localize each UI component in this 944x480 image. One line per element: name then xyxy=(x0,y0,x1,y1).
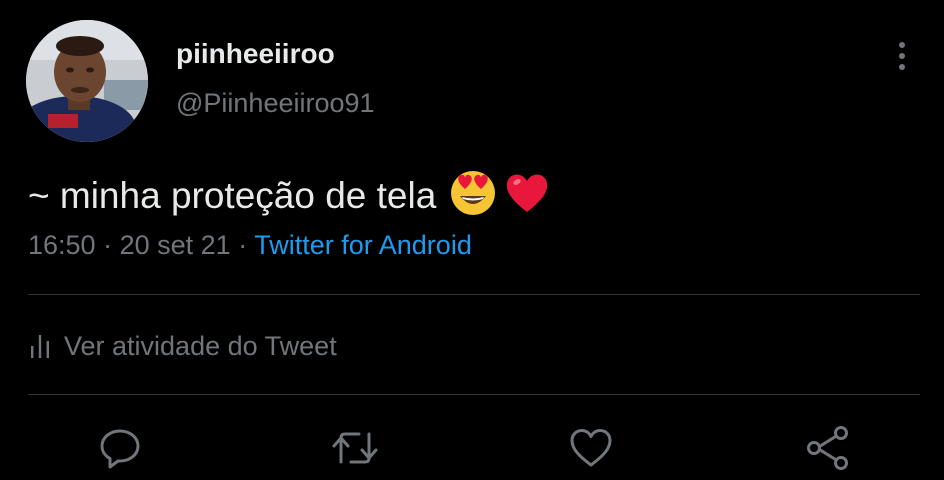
bar-chart-icon xyxy=(31,335,49,358)
avatar[interactable] xyxy=(26,20,148,142)
tweet-time: 16:50 xyxy=(28,230,96,260)
more-dot-icon xyxy=(899,64,905,70)
share-button[interactable] xyxy=(804,424,852,472)
like-button[interactable] xyxy=(567,424,615,472)
view-tweet-activity[interactable]: Ver atividade do Tweet xyxy=(30,326,337,366)
tweet-date: 20 set 21 xyxy=(119,230,231,260)
tweet-meta: 16:50 · 20 set 21 · Twitter for Android xyxy=(28,230,472,261)
meta-separator: · xyxy=(238,230,248,260)
retweet-icon xyxy=(332,432,378,464)
tweet-text-content: ~ minha proteção de tela xyxy=(28,175,437,216)
more-options-button[interactable] xyxy=(888,36,916,76)
more-dot-icon xyxy=(899,42,905,48)
divider xyxy=(28,394,920,395)
retweet-button[interactable] xyxy=(331,424,379,472)
meta-separator: · xyxy=(103,230,113,260)
display-name[interactable]: piinheeiiroo xyxy=(176,38,335,70)
tweet-text: ~ minha proteção de tela xyxy=(28,168,552,224)
user-handle[interactable]: @Piinheeiiroo91 xyxy=(176,88,375,119)
heart-eyes-emoji-icon xyxy=(448,167,498,226)
red-heart-emoji-icon xyxy=(502,167,552,226)
more-dot-icon xyxy=(899,53,905,59)
reply-icon xyxy=(100,429,140,469)
share-icon xyxy=(807,426,848,470)
heart-icon xyxy=(570,429,612,467)
tweet-activity-label: Ver atividade do Tweet xyxy=(64,330,337,361)
divider xyxy=(28,294,920,295)
avatar-photo xyxy=(26,20,148,142)
reply-button[interactable] xyxy=(96,424,144,472)
tweet-source-link[interactable]: Twitter for Android xyxy=(254,230,472,260)
